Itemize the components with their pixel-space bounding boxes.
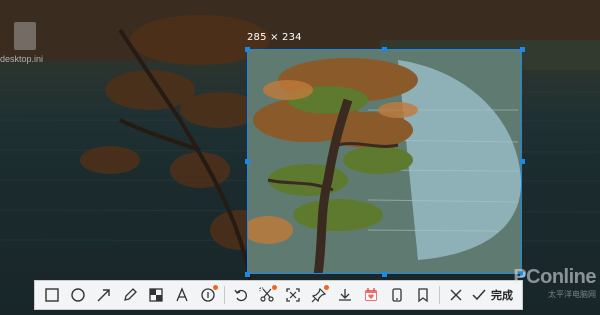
new-badge (272, 285, 277, 290)
rectangle-tool-button[interactable] (39, 282, 65, 308)
phone-icon (392, 288, 402, 302)
done-button[interactable]: 完成 (469, 282, 517, 308)
new-badge (213, 285, 218, 290)
calendar-tool-button[interactable] (358, 282, 384, 308)
rectangle-icon (45, 288, 59, 302)
pen-tool-button[interactable] (117, 282, 143, 308)
cancel-tool-button[interactable] (443, 282, 469, 308)
text-icon (176, 287, 188, 302)
desktop-file-icon[interactable]: desktop.ini (0, 22, 60, 64)
watermark: PConline 太平洋电脑网 (513, 266, 596, 300)
bookmark-icon (418, 288, 428, 303)
file-icon (14, 22, 36, 50)
desktop-file-name: desktop.ini (0, 54, 44, 64)
resize-handle-bottom[interactable] (382, 272, 387, 277)
arrow-icon (97, 289, 110, 302)
bookmark-tool-button[interactable] (410, 282, 436, 308)
watermark-sub: 太平洋电脑网 (548, 290, 596, 299)
check-icon (472, 289, 486, 301)
capture-selection[interactable] (247, 49, 522, 274)
mosaic-icon (149, 288, 163, 302)
new-badge (324, 285, 329, 290)
watermark-brand: PConline (513, 266, 596, 288)
close-icon (450, 289, 462, 301)
undo-tool-button[interactable] (228, 282, 254, 308)
resize-handle-left[interactable] (245, 159, 250, 164)
save-tool-button[interactable] (332, 282, 358, 308)
undo-icon (234, 289, 247, 302)
toolbar-divider (439, 286, 440, 304)
resize-handle-top[interactable] (382, 47, 387, 52)
resize-handle-bottom-left[interactable] (245, 272, 250, 277)
resize-handle-top-right[interactable] (520, 47, 525, 52)
calendar-icon (365, 288, 377, 301)
resize-handle-top-left[interactable] (245, 47, 250, 52)
selection-image (248, 50, 521, 273)
ellipse-tool-button[interactable] (65, 282, 91, 308)
phone-tool-button[interactable] (384, 282, 410, 308)
pencil-icon (124, 288, 137, 301)
text-tool-button[interactable] (169, 282, 195, 308)
arrow-tool-button[interactable] (91, 282, 117, 308)
download-icon (339, 289, 351, 301)
pin-tool-button[interactable] (306, 282, 332, 308)
cutout-tool-button[interactable] (254, 282, 280, 308)
done-label: 完成 (491, 289, 513, 302)
circle-icon (71, 288, 85, 302)
mosaic-tool-button[interactable] (143, 282, 169, 308)
screenshot-toolbar: 完成 (34, 280, 523, 310)
resize-handle-right[interactable] (520, 159, 525, 164)
scan-icon (286, 288, 300, 302)
ocr-tool-button[interactable] (280, 282, 306, 308)
number-tool-button[interactable] (195, 282, 221, 308)
check-wrapper (469, 282, 489, 308)
selection-size-label: 285 × 234 (247, 32, 302, 43)
toolbar-divider (224, 286, 225, 304)
